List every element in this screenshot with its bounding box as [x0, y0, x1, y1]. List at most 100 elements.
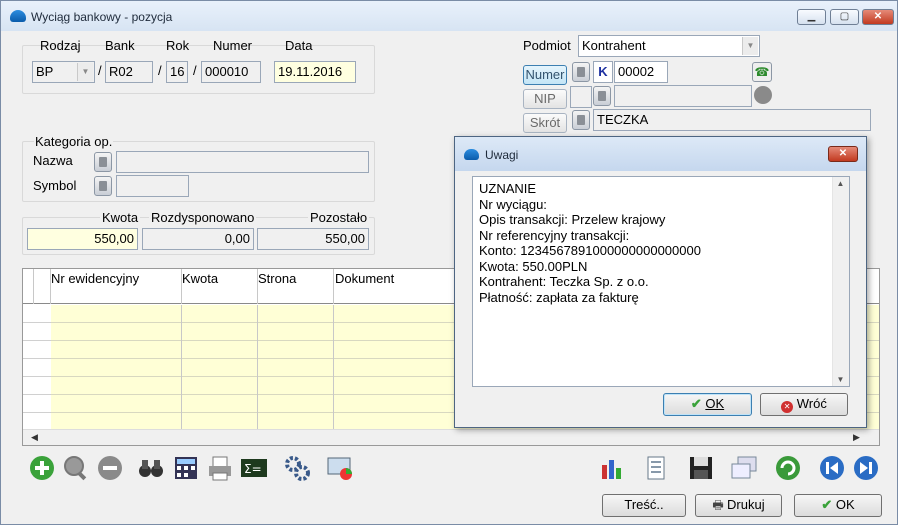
cell-divider	[333, 341, 334, 359]
lookup-button[interactable]	[572, 62, 590, 82]
notes-textarea[interactable]: UZNANIE Nr wyciągu: Opis transakcji: Przel…	[472, 176, 850, 387]
column-divider	[257, 269, 258, 304]
column-header[interactable]: Nr ewidencyjny	[51, 271, 139, 286]
lookup-button[interactable]	[94, 176, 112, 196]
scroll-up-icon[interactable]: ▲	[833, 179, 848, 188]
cell-divider	[181, 305, 182, 323]
refresh-icon[interactable]	[774, 455, 802, 483]
skrot-button[interactable]: Skrót	[523, 113, 567, 133]
chart-icon[interactable]	[598, 455, 626, 483]
numer-label: Numer	[213, 38, 253, 53]
globe-icon[interactable]	[754, 86, 772, 104]
dialog-back-label: Wróć	[796, 396, 827, 411]
row-header[interactable]	[23, 395, 51, 413]
rok-field[interactable]: 16	[166, 61, 188, 83]
prev-icon[interactable]	[818, 455, 846, 483]
nip-field[interactable]	[614, 85, 752, 107]
cell-divider	[333, 323, 334, 341]
numer-button[interactable]: Numer	[523, 65, 567, 85]
notes-line: Nr referencyjny transakcji:	[479, 227, 630, 243]
rodzaj-select[interactable]: BP ▼	[32, 61, 95, 83]
kind-letter: K	[593, 61, 613, 83]
maximize-button[interactable]: ▢	[830, 9, 859, 25]
podmiot-label: Podmiot	[523, 38, 571, 53]
close-button[interactable]: ✕	[862, 9, 894, 25]
notes-line: UZNANIE	[479, 181, 537, 196]
cell-divider	[181, 377, 182, 395]
symbol-label: Symbol	[33, 178, 77, 193]
ok-button[interactable]: ✔ OK	[794, 494, 882, 517]
next-icon[interactable]	[852, 455, 880, 483]
tresc-button[interactable]: Treść..	[602, 494, 686, 517]
row-header[interactable]	[23, 323, 51, 341]
dialog-ok-label: OK	[705, 396, 725, 411]
column-header[interactable]: Kwota	[182, 271, 218, 286]
nip-prefix-field[interactable]	[570, 86, 592, 108]
remove-icon[interactable]	[96, 455, 124, 483]
bank-field[interactable]: R02	[105, 61, 153, 83]
notes-line: Opis transakcji: Przelew krajowy	[479, 212, 666, 227]
minimize-button[interactable]: ▁	[797, 9, 826, 25]
kwota-field[interactable]: 550,00	[27, 228, 138, 250]
drukuj-button[interactable]: 🖶 Drukuj	[695, 494, 782, 517]
kategoria-title: Kategoria op.	[34, 134, 114, 149]
scroll-left-icon[interactable]: ◀	[31, 432, 38, 443]
column-header[interactable]: Dokument	[335, 271, 394, 286]
document-icon[interactable]	[642, 455, 670, 483]
zoom-icon[interactable]	[62, 455, 90, 483]
symbol-field[interactable]	[116, 175, 189, 197]
notes-line: Nr wyciągu:	[479, 196, 547, 212]
notes-line: Kwota: 550.00PLN	[479, 258, 588, 274]
cell-divider	[333, 395, 334, 413]
row-header[interactable]	[23, 359, 51, 377]
nazwa-field[interactable]	[116, 151, 369, 173]
lookup-button[interactable]	[94, 152, 112, 172]
vertical-scrollbar[interactable]: ▲ ▼	[832, 177, 849, 386]
dialog-back-button[interactable]: ✕ Wróć	[760, 393, 848, 416]
drukuj-label: Drukuj	[727, 497, 765, 512]
row-header[interactable]	[23, 305, 51, 323]
cell-divider	[257, 305, 258, 323]
scroll-down-icon[interactable]: ▼	[833, 375, 848, 384]
podmiot-number-field[interactable]: 00002	[614, 61, 668, 83]
windows-icon[interactable]	[730, 455, 758, 483]
back-icon: ✕	[781, 401, 794, 413]
binoculars-icon[interactable]	[137, 455, 165, 483]
skrot-field[interactable]: TECZKA	[593, 109, 871, 131]
horizontal-scrollbar[interactable]: ◀ ▶	[23, 429, 879, 445]
check-icon: ✔	[690, 396, 706, 411]
settings-icon[interactable]	[283, 455, 311, 483]
row-header[interactable]	[23, 377, 51, 395]
monitor-icon[interactable]	[326, 455, 354, 483]
app-icon	[10, 10, 26, 22]
podmiot-type-select[interactable]: Kontrahent ▼	[578, 35, 760, 57]
lookup-button[interactable]	[572, 110, 590, 130]
printer-icon[interactable]	[206, 455, 234, 483]
notes-line: Konto: 1234567891000000000000000	[479, 243, 701, 258]
lookup-button[interactable]	[593, 86, 611, 106]
nip-button[interactable]: NIP	[523, 89, 567, 109]
sum-icon[interactable]: Σ=	[240, 455, 268, 483]
scroll-right-icon[interactable]: ▶	[853, 432, 860, 443]
add-icon[interactable]	[28, 455, 56, 483]
column-header[interactable]: Strona	[258, 271, 296, 286]
rodzaj-value: BP	[36, 64, 54, 79]
row-header[interactable]	[23, 341, 51, 359]
rozdysponowano-field: 0,00	[142, 228, 254, 250]
cell-divider	[181, 323, 182, 341]
dialog-title: Uwagi	[485, 148, 519, 162]
svg-text:Σ=: Σ=	[244, 462, 262, 476]
rok-label: Rok	[166, 38, 190, 53]
cell-divider	[257, 323, 258, 341]
save-icon[interactable]	[687, 455, 715, 483]
dialog-ok-button[interactable]: ✔ OK	[663, 393, 752, 416]
calculator-icon[interactable]	[172, 455, 200, 483]
rozdysponowano-label: Rozdysponowano	[149, 210, 257, 225]
chevron-down-icon: ▼	[77, 63, 93, 81]
dialog-close-button[interactable]: ✕	[828, 146, 858, 162]
column-divider	[181, 269, 182, 304]
numer-field[interactable]: 000010	[201, 61, 261, 83]
pozostalo-field: 550,00	[257, 228, 369, 250]
date-field[interactable]: 19.11.2016	[274, 61, 356, 83]
contact-icon[interactable]: ☎	[752, 62, 772, 82]
